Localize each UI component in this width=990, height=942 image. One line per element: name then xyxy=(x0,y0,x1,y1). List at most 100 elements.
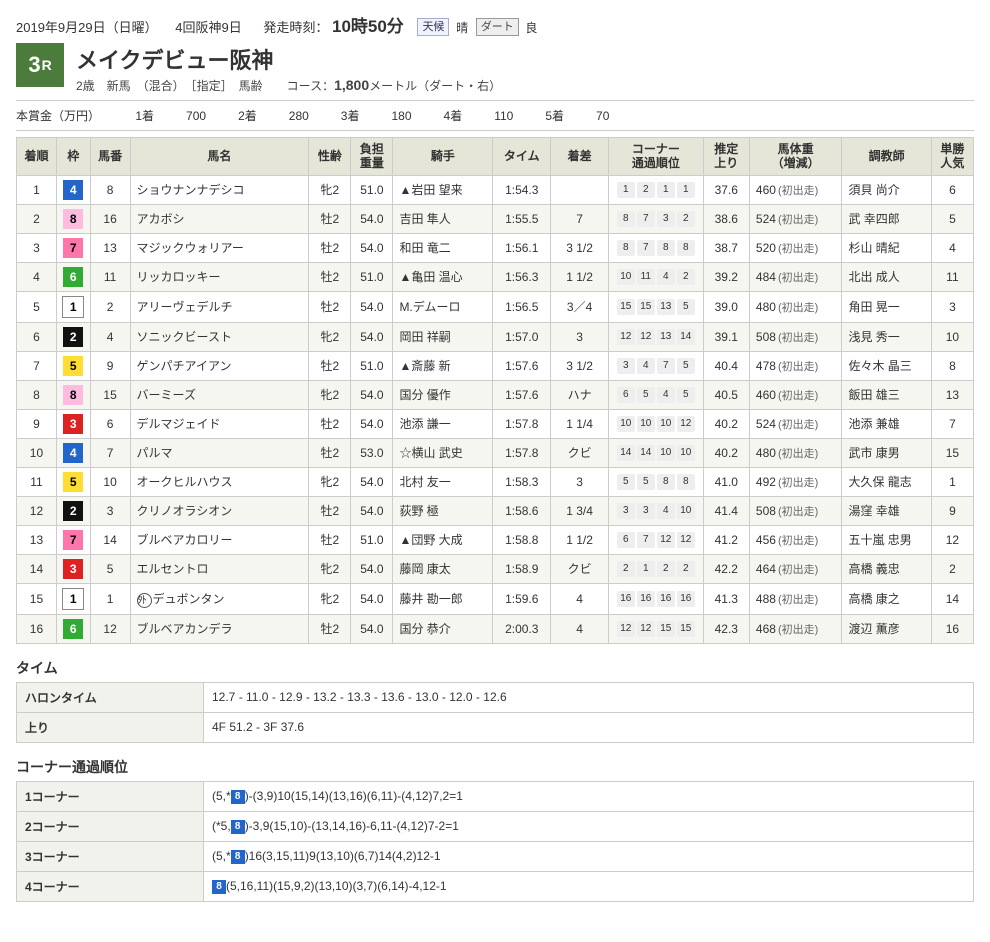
trainer[interactable]: 武市 康男 xyxy=(842,438,931,467)
jockey[interactable]: ▲岩田 望来 xyxy=(393,175,493,204)
trainer[interactable]: 佐々木 晶三 xyxy=(842,351,931,380)
time: 1:56.3 xyxy=(493,262,551,291)
waku: 3 xyxy=(56,554,90,583)
sex-age: 牡2 xyxy=(309,262,351,291)
horse-name[interactable]: バーミーズ xyxy=(130,380,309,409)
trainer[interactable]: 角田 晃一 xyxy=(842,291,931,322)
time-section-title: タイム xyxy=(16,658,974,678)
horse-num: 9 xyxy=(90,351,130,380)
waku: 1 xyxy=(56,291,90,322)
horse-name[interactable]: ショウナンナデシコ xyxy=(130,175,309,204)
trainer[interactable]: 高橋 康之 xyxy=(842,583,931,614)
jockey[interactable]: ☆横山 武史 xyxy=(393,438,493,467)
horse-name[interactable]: 外デュボンタン xyxy=(130,583,309,614)
horse-num: 7 xyxy=(90,438,130,467)
trainer[interactable]: 武 幸四郎 xyxy=(842,204,931,233)
horse-name[interactable]: ゲンパチアイアン xyxy=(130,351,309,380)
trainer[interactable]: 池添 兼雄 xyxy=(842,409,931,438)
popularity: 9 xyxy=(931,496,973,525)
time: 1:58.8 xyxy=(493,525,551,554)
popularity: 3 xyxy=(931,291,973,322)
carried-weight: 51.0 xyxy=(351,525,393,554)
jockey[interactable]: 藤岡 康太 xyxy=(393,554,493,583)
corner-label: 4コーナー xyxy=(17,871,204,901)
jockey[interactable]: 藤井 勘一郎 xyxy=(393,583,493,614)
margin: 1 1/2 xyxy=(551,525,609,554)
trainer[interactable]: 湯窪 幸雄 xyxy=(842,496,931,525)
popularity: 6 xyxy=(931,175,973,204)
time: 1:54.3 xyxy=(493,175,551,204)
horse-num: 5 xyxy=(90,554,130,583)
trainer[interactable]: 北出 成人 xyxy=(842,262,931,291)
jockey[interactable]: 岡田 祥嗣 xyxy=(393,322,493,351)
horse-name[interactable]: デルマジェイド xyxy=(130,409,309,438)
jockey[interactable]: 荻野 極 xyxy=(393,496,493,525)
waku: 5 xyxy=(56,351,90,380)
col-name: 馬名 xyxy=(130,138,309,176)
margin: 1 1/4 xyxy=(551,409,609,438)
trainer[interactable]: 高橋 義忠 xyxy=(842,554,931,583)
horse-name[interactable]: リッカロッキー xyxy=(130,262,309,291)
corner-positions: 8732 xyxy=(609,204,704,233)
horse-name[interactable]: オークヒルハウス xyxy=(130,467,309,496)
jockey[interactable]: 吉田 隼人 xyxy=(393,204,493,233)
carried-weight: 54.0 xyxy=(351,291,393,322)
finish: 14 xyxy=(17,554,57,583)
trainer[interactable]: 飯田 雄三 xyxy=(842,380,931,409)
jockey[interactable]: 国分 恭介 xyxy=(393,614,493,643)
prize-place: 2着 xyxy=(238,109,257,123)
col-trainer: 調教師 xyxy=(842,138,931,176)
jockey[interactable]: M.デムーロ xyxy=(393,291,493,322)
margin: 3 1/2 xyxy=(551,233,609,262)
jockey[interactable]: 池添 謙一 xyxy=(393,409,493,438)
horse-name[interactable]: ソニックビースト xyxy=(130,322,309,351)
waku: 3 xyxy=(56,409,90,438)
waku: 8 xyxy=(56,204,90,233)
table-row: 1435エルセントロ牝254.0藤岡 康太1:58.9クビ212242.2464… xyxy=(17,554,974,583)
jockey[interactable]: ▲亀田 温心 xyxy=(393,262,493,291)
agari-label: 上り xyxy=(17,712,204,742)
margin: 3 xyxy=(551,467,609,496)
race-name: メイクデビュー阪神 xyxy=(76,43,501,75)
last-3f: 41.0 xyxy=(703,467,749,496)
horse-name[interactable]: アカボシ xyxy=(130,204,309,233)
weather-label-badge: 天候 xyxy=(417,18,449,36)
header-line: 2019年9月29日（日曜） 4回阪神9日 発走時刻： 10時50分 天候 晴 … xyxy=(16,12,974,37)
jockey[interactable]: 和田 竜二 xyxy=(393,233,493,262)
trainer[interactable]: 渡辺 薫彦 xyxy=(842,614,931,643)
col-num: 馬番 xyxy=(90,138,130,176)
table-row: 8815バーミーズ牝254.0国分 優作1:57.6ハナ654540.5460(… xyxy=(17,380,974,409)
jockey[interactable]: 北村 友一 xyxy=(393,467,493,496)
table-row: 2816アカボシ牡254.0吉田 隼人1:55.57873238.6524(初出… xyxy=(17,204,974,233)
sex-age: 牝2 xyxy=(309,380,351,409)
horse-name[interactable]: ブルベアカンデラ xyxy=(130,614,309,643)
jockey[interactable]: 国分 優作 xyxy=(393,380,493,409)
corner-positions: 14141010 xyxy=(609,438,704,467)
trainer[interactable]: 大久保 龍志 xyxy=(842,467,931,496)
jockey[interactable]: ▲斎藤 新 xyxy=(393,351,493,380)
carried-weight: 54.0 xyxy=(351,409,393,438)
carried-weight: 51.0 xyxy=(351,351,393,380)
horse-name[interactable]: アリーヴェデルチ xyxy=(130,291,309,322)
margin: 1 1/2 xyxy=(551,262,609,291)
table-row: 16612ブルベアカンデラ牡254.0国分 恭介2:00.34121215154… xyxy=(17,614,974,643)
prize-amount: 70 xyxy=(596,109,609,123)
horse-name[interactable]: エルセントロ xyxy=(130,554,309,583)
trainer[interactable]: 浅見 秀一 xyxy=(842,322,931,351)
body-weight: 524(初出走) xyxy=(749,204,842,233)
horse-name[interactable]: ブルベアカロリー xyxy=(130,525,309,554)
horse-name[interactable]: クリノオラシオン xyxy=(130,496,309,525)
race-date: 2019年9月29日（日曜） xyxy=(16,20,158,35)
body-weight: 478(初出走) xyxy=(749,351,842,380)
col-corner: コーナー通過順位 xyxy=(609,138,704,176)
jockey[interactable]: ▲団野 大成 xyxy=(393,525,493,554)
sex-age: 牝2 xyxy=(309,175,351,204)
trainer[interactable]: 杉山 晴紀 xyxy=(842,233,931,262)
trainer[interactable]: 須貝 尚介 xyxy=(842,175,931,204)
trainer[interactable]: 五十嵐 忠男 xyxy=(842,525,931,554)
horse-name[interactable]: パルマ xyxy=(130,438,309,467)
carried-weight: 54.0 xyxy=(351,496,393,525)
corner-positions: 5588 xyxy=(609,467,704,496)
last-3f: 39.0 xyxy=(703,291,749,322)
horse-name[interactable]: マジックウォリアー xyxy=(130,233,309,262)
